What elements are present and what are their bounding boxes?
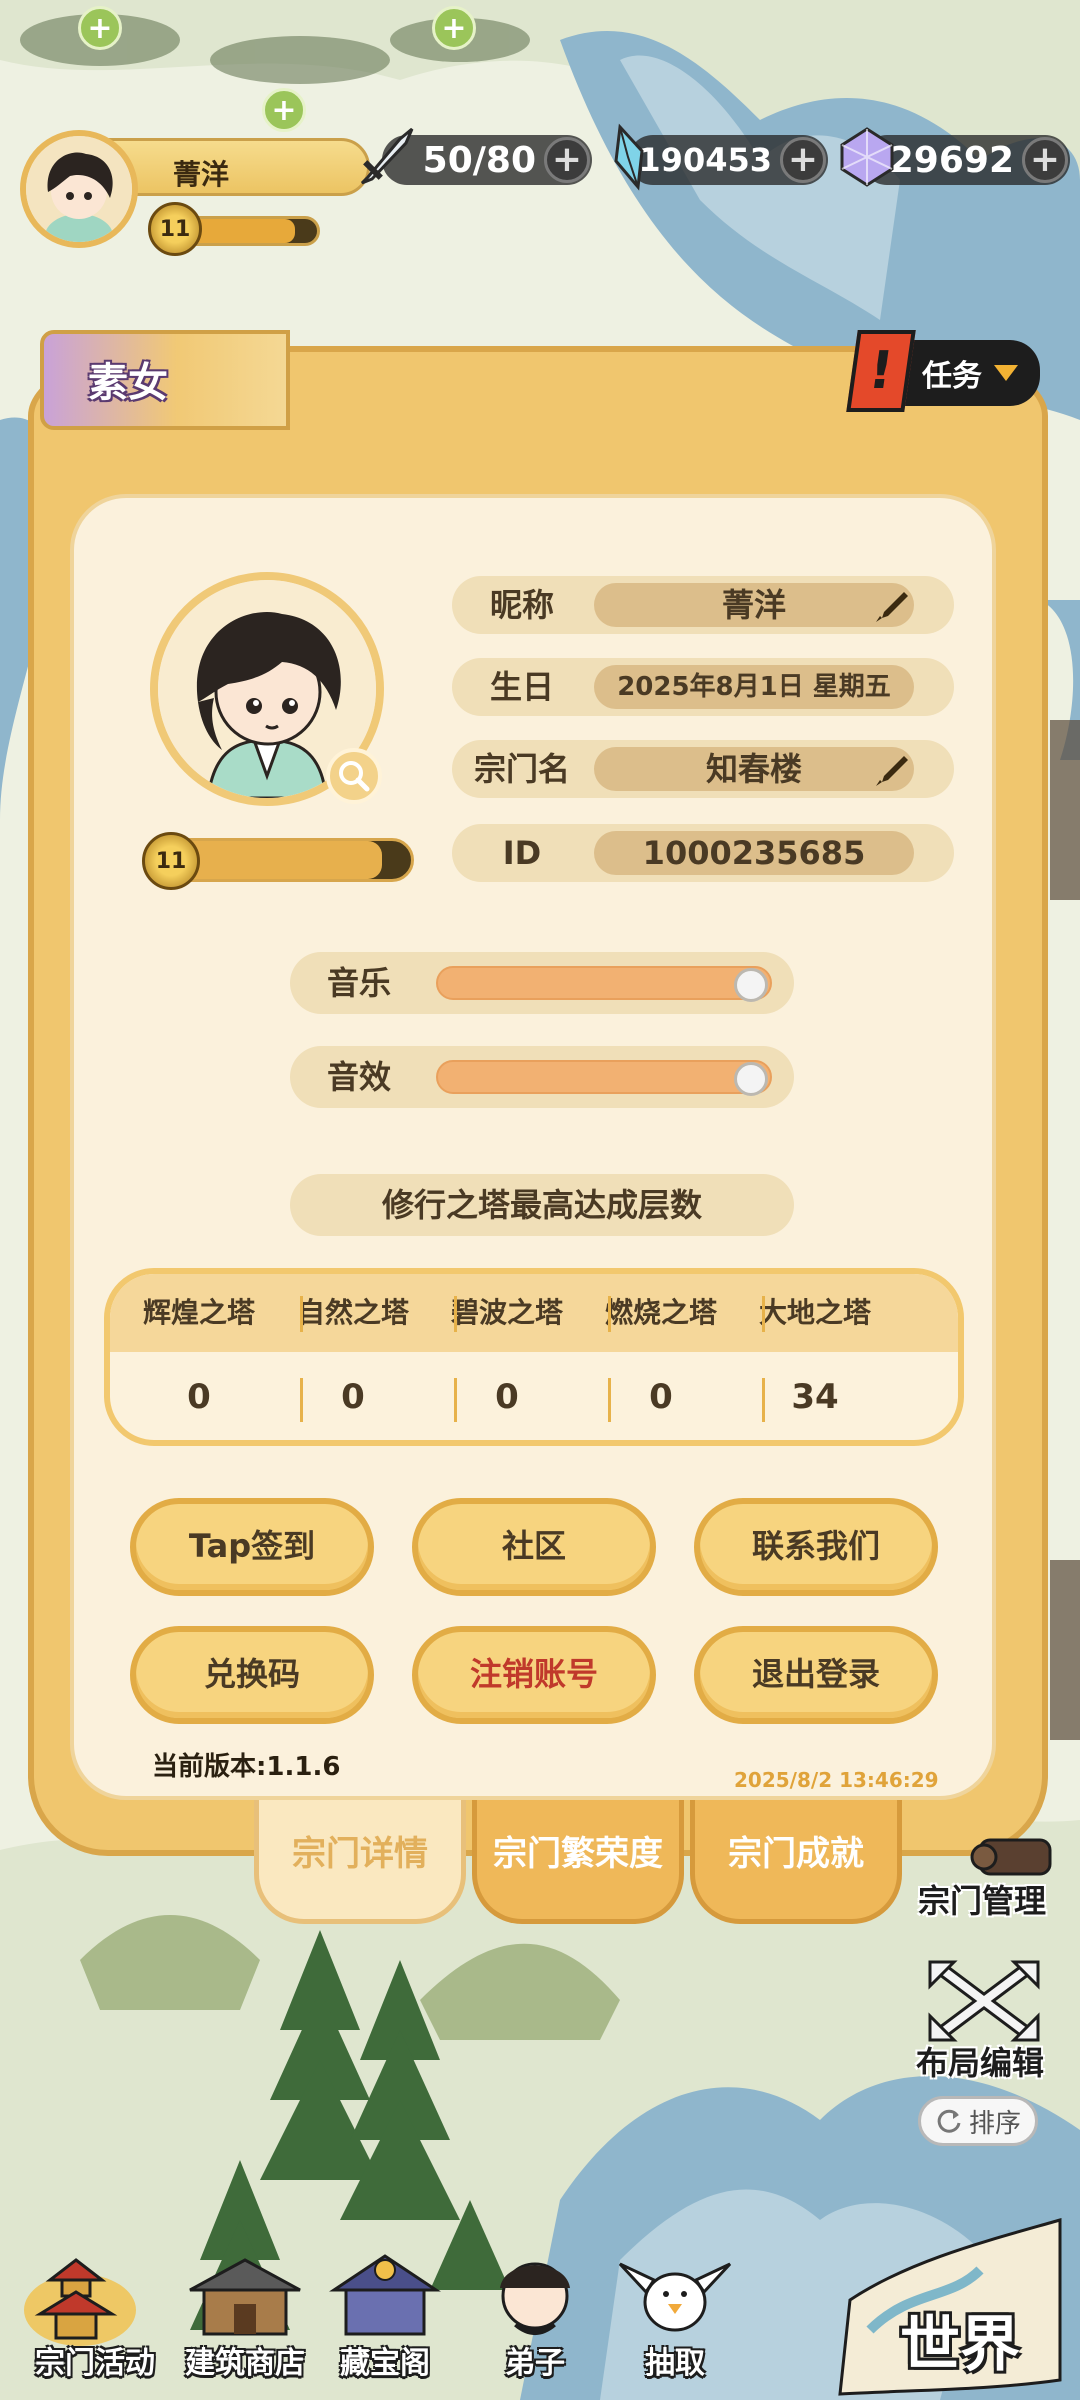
character-tag[interactable]: 素女 — [40, 330, 290, 430]
player-level-badge: 11 — [148, 202, 202, 256]
sort-button[interactable]: 排序 — [918, 2096, 1038, 2146]
brush-edit-icon[interactable] — [874, 752, 910, 788]
crystal-resource[interactable]: 190453 + — [614, 123, 828, 191]
tab-sect-details[interactable]: 宗门详情 — [254, 1800, 466, 1924]
map-plus-icon[interactable]: + — [432, 6, 476, 50]
music-label: 音乐 — [326, 964, 391, 1002]
gem-resource[interactable]: 29692 + — [840, 127, 1070, 187]
contact-us-button[interactable]: 联系我们 — [694, 1498, 938, 1596]
brush-edit-icon[interactable] — [874, 588, 910, 624]
tower-header: 辉煌之塔 — [142, 1296, 255, 1329]
refresh-icon — [937, 2109, 961, 2133]
name-plate: 菁洋 — [100, 138, 370, 196]
layout-edit-label[interactable]: 布局编辑 — [916, 2038, 1044, 2084]
music-slider[interactable] — [436, 966, 772, 1002]
player-avatar[interactable] — [20, 130, 138, 248]
delete-account-button[interactable]: 注销账号 — [412, 1626, 656, 1724]
map-plus-icon[interactable]: + — [78, 6, 122, 50]
tab-sect-prosperity[interactable]: 宗门繁荣度 — [472, 1800, 684, 1924]
birthday-row: 生日 2025年8月1日 星期五 — [452, 658, 954, 716]
nav-label: 藏宝阁 — [340, 2346, 430, 2381]
id-value: 1000235685 — [594, 831, 914, 875]
sect-manage-label[interactable]: 宗门管理 — [918, 1876, 1046, 1922]
add-gem-button[interactable]: + — [1022, 137, 1068, 183]
profile-level-badge: 11 — [142, 832, 200, 890]
birthday-value: 2025年8月1日 星期五 — [594, 665, 914, 709]
nav-label: 弟子 — [505, 2346, 565, 2381]
stamina-value: 50/80 — [422, 139, 536, 181]
task-button[interactable]: ! 任务 — [846, 330, 1040, 412]
sound-label: 音效 — [326, 1058, 391, 1096]
nav-gacha[interactable]: 抽取 — [600, 2240, 750, 2390]
shop-building-icon — [189, 2258, 301, 2336]
tower-value: 0 — [187, 1377, 211, 1417]
triangle-down-icon — [994, 365, 1018, 381]
sound-slider-knob[interactable] — [734, 1062, 768, 1096]
stamina-resource[interactable]: 50/80 + — [360, 127, 592, 185]
tower-record-title: 修行之塔最高达成层数 — [290, 1174, 794, 1236]
add-stamina-button[interactable]: + — [544, 137, 590, 183]
layout-edit-icon[interactable] — [924, 1956, 1044, 2046]
avatar-portrait-icon — [26, 136, 132, 242]
timestamp-label: 2025/8/2 13:46:29 — [734, 1768, 939, 1792]
sound-setting: 音效 — [290, 1046, 794, 1108]
nav-building-shop[interactable]: 建筑商店 — [170, 2240, 320, 2390]
map-plus-icon[interactable]: + — [262, 88, 306, 132]
id-label: ID — [502, 834, 542, 872]
birthday-label: 生日 — [489, 668, 554, 706]
alert-icon: ! — [846, 330, 916, 412]
gem-value: 29692 — [888, 139, 1014, 181]
nickname-label: 昵称 — [489, 586, 554, 624]
id-row: ID 1000235685 — [452, 824, 954, 882]
view-avatar-button[interactable] — [326, 748, 382, 804]
checkin-button[interactable]: Tap签到 — [130, 1498, 374, 1596]
tab-sect-achievements[interactable]: 宗门成就 — [690, 1800, 902, 1924]
sort-label: 排序 — [968, 2108, 1021, 2139]
sect-name-value[interactable]: 知春楼 — [594, 747, 914, 791]
treasure-pavilion-icon — [329, 2254, 441, 2336]
nickname-value[interactable]: 菁洋 — [594, 583, 914, 627]
sound-slider[interactable] — [436, 1060, 772, 1096]
music-slider-knob[interactable] — [734, 968, 768, 1002]
nav-sect-activity[interactable]: 宗门活动 — [20, 2240, 170, 2390]
sect-name-row: 宗门名 知春楼 — [452, 740, 954, 798]
crystal-icon — [614, 123, 644, 191]
task-label: 任务 — [922, 359, 982, 394]
bird-icon — [618, 2262, 732, 2332]
logout-button[interactable]: 退出登录 — [694, 1626, 938, 1724]
redeem-code-button[interactable]: 兑换码 — [130, 1626, 374, 1724]
version-label: 当前版本:1.1.6 — [152, 1752, 341, 1782]
music-setting: 音乐 — [290, 952, 794, 1014]
nav-disciples[interactable]: 弟子 — [460, 2240, 610, 2390]
nav-label: 宗门活动 — [35, 2346, 155, 2381]
magnifier-icon — [339, 761, 370, 792]
nav-label: 建筑商店 — [185, 2346, 305, 2381]
player-card[interactable]: 菁洋 11 — [20, 130, 370, 256]
gem-icon — [840, 127, 894, 187]
nav-treasure-pavilion[interactable]: 藏宝阁 — [310, 2240, 460, 2390]
world-button[interactable]: 世界 — [900, 2296, 1020, 2383]
pagoda-icon — [24, 2258, 136, 2346]
character-tag-label: 素女 — [88, 360, 168, 406]
player-name: 菁洋 — [173, 158, 230, 191]
disciple-portrait-icon — [500, 2262, 570, 2335]
sword-icon — [360, 127, 414, 185]
add-crystal-button[interactable]: + — [780, 137, 826, 183]
tower-record-table: 辉煌之塔 自然之塔 碧波之塔 燃烧之塔 大地之塔 0 0 0 0 34 — [104, 1268, 964, 1446]
sect-name-label: 宗门名 — [473, 750, 570, 788]
nickname-row: 昵称 菁洋 — [452, 576, 954, 634]
profile-exp-bar — [168, 838, 414, 882]
nav-label: 抽取 — [645, 2346, 705, 2381]
community-button[interactable]: 社区 — [412, 1498, 656, 1596]
